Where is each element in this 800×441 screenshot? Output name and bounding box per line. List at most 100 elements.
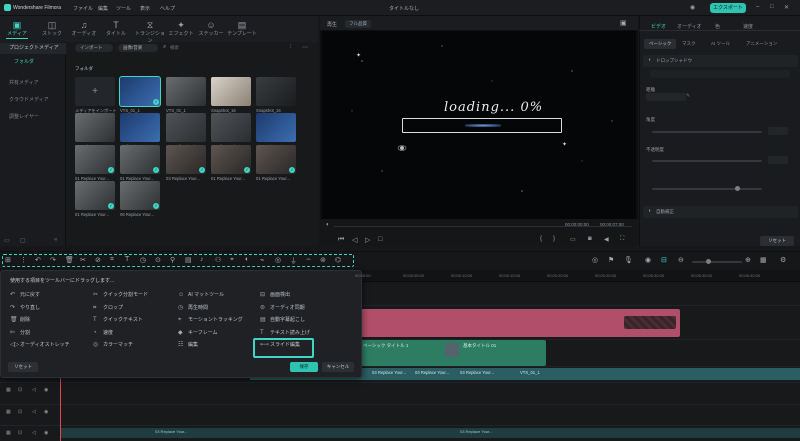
toolbar-stretch-icon[interactable]: ⌁ — [260, 256, 264, 264]
maximize-icon[interactable]: □ — [770, 4, 774, 10]
popup-item[interactable]: ☺ AI マットツール — [178, 291, 224, 298]
popup-item[interactable]: ☷ 編集 — [178, 341, 198, 348]
filter-icon[interactable]: ⫶ — [290, 44, 292, 51]
settings-icon[interactable]: ⚙ — [780, 256, 786, 264]
import-button[interactable]: インポート — [75, 44, 113, 52]
menu-help[interactable]: ヘルプ — [160, 5, 175, 12]
eye-icon[interactable]: ◉ — [44, 430, 48, 436]
media-thumbnail[interactable] — [211, 77, 251, 106]
toolbar-cut-icon[interactable]: ✂ — [80, 256, 86, 264]
sidebar-item-project-media[interactable]: プロジェクトメディア — [0, 43, 66, 54]
tab-transition[interactable]: ⧖ トランジション — [134, 20, 166, 44]
sidebar-item-shared-media[interactable]: 共有メディア — [0, 78, 66, 89]
toolbar-motion-icon[interactable]: ⊚ — [320, 256, 326, 264]
eye-icon[interactable]: ◉ — [44, 387, 48, 393]
subtab-ai-tools[interactable]: AI ツール — [706, 39, 735, 49]
folder-icon[interactable]: ▢ — [20, 237, 26, 244]
new-folder-icon[interactable]: ▭ — [4, 237, 10, 244]
toolbar-undo-icon[interactable]: ↶ — [35, 256, 41, 264]
menu-edit[interactable]: 編集 — [98, 5, 108, 12]
popup-item[interactable]: 🗑 削除 — [10, 316, 30, 323]
toolbar-audio-icon[interactable]: ♪ — [200, 256, 204, 263]
toolbar-timer-icon[interactable]: ⊙ — [155, 256, 161, 264]
tab-speed[interactable]: 速度 — [743, 23, 753, 30]
blur-slider-knob[interactable] — [735, 186, 740, 191]
camera-icon[interactable]: ◙ — [588, 236, 592, 242]
popup-item[interactable]: ⌗ クロップ — [93, 304, 123, 312]
auto-enhance-toggle-icon[interactable]: ◖ — [648, 208, 651, 214]
close-icon[interactable]: ✕ — [784, 4, 789, 11]
collapse-icon[interactable]: « — [54, 237, 57, 243]
media-thumbnail[interactable]: + — [75, 77, 115, 106]
popup-save-button[interactable]: 保存 — [290, 362, 318, 372]
popup-item[interactable]: T テキスト読み上げ — [260, 329, 310, 336]
distance-input[interactable] — [646, 93, 686, 101]
toolbar-color-icon[interactable]: ◐ — [245, 256, 249, 263]
tab-video[interactable]: ビデオ — [651, 23, 666, 30]
opacity-slider[interactable] — [652, 160, 762, 162]
toolbar-text-icon[interactable]: T — [125, 256, 129, 263]
fullscreen-icon[interactable]: ⛶ — [620, 236, 624, 243]
render-icon[interactable]: ◎ — [592, 256, 598, 264]
sidebar-item-cloud-media[interactable]: クラウドメディア — [0, 95, 66, 106]
volume-icon[interactable]: ◁ — [32, 430, 36, 436]
layout-icon[interactable]: ▦ — [760, 256, 767, 264]
export-button[interactable]: エクスポート — [710, 3, 746, 13]
popup-item[interactable]: ✄ 分割 — [10, 329, 30, 336]
menu-view[interactable]: 表示 — [140, 5, 150, 12]
popup-item[interactable]: ◁▷オーディオストレッチ — [10, 341, 70, 348]
mic-icon[interactable]: 🎙 — [624, 256, 633, 264]
menu-tools[interactable]: ツール — [116, 5, 131, 12]
toolbar-redo-icon[interactable]: ↷ — [50, 256, 56, 264]
angle-input[interactable] — [768, 127, 788, 135]
voice-icon[interactable]: ◉ — [645, 256, 651, 264]
subtab-animation[interactable]: アニメーション — [741, 39, 782, 49]
popup-item[interactable]: ↶ 元に戻す — [10, 291, 40, 298]
zoom-knob[interactable] — [706, 259, 711, 264]
tab-audio-props[interactable]: オーディオ — [677, 23, 702, 30]
menu-file[interactable]: ファイル — [73, 5, 93, 12]
toolbar-mask-icon[interactable]: ⌖ — [230, 256, 234, 264]
media-thumbnail[interactable] — [166, 77, 206, 106]
popup-item[interactable]: ⊟ 画面検出 — [260, 291, 290, 298]
play-icon[interactable]: ▷ — [365, 236, 370, 244]
filter-dropdown[interactable]: 画像/音楽 — [118, 44, 158, 52]
volume-icon[interactable]: ◀ — [604, 236, 609, 243]
tab-effects[interactable]: ✦ エフェクト — [167, 20, 195, 37]
zoom-slider[interactable] — [692, 261, 742, 263]
toolbar-disable-icon[interactable]: ⊘ — [95, 256, 101, 264]
snap-icon[interactable]: ⊟ — [661, 256, 667, 264]
play-back-icon[interactable]: ◁ — [352, 236, 357, 244]
zoom-in-icon[interactable]: ⊕ — [745, 256, 751, 264]
toolbar-delete-icon[interactable]: 🗑 — [65, 256, 74, 264]
tab-color[interactable]: 色 — [715, 23, 720, 30]
tab-title[interactable]: T タイトル — [102, 20, 130, 37]
popup-item[interactable]: ▤ 自動字幕起こし — [260, 316, 305, 323]
mark-in-icon[interactable]: { — [540, 236, 542, 242]
lock-icon[interactable]: ⊡ — [18, 430, 22, 436]
blur-slider[interactable] — [652, 188, 762, 190]
prev-frame-icon[interactable]: ⏮ — [338, 236, 344, 244]
tab-audio[interactable]: ♫ オーディオ — [70, 20, 98, 37]
dropshadow-toggle-icon[interactable]: ◖ — [648, 57, 651, 63]
popup-item[interactable]: T クイックテキスト — [93, 316, 143, 323]
dropshadow-preset[interactable] — [650, 70, 790, 78]
popup-item[interactable]: ◎ カラーマッチ — [93, 341, 133, 348]
media-thumbnail[interactable] — [166, 113, 206, 142]
media-thumbnail[interactable] — [120, 113, 160, 142]
seek-bar[interactable] — [334, 226, 632, 227]
props-reset-button[interactable]: リセット — [760, 236, 794, 246]
toolbar-freeze-icon[interactable]: ▤ — [185, 256, 192, 264]
opacity-input[interactable] — [768, 156, 788, 164]
display-icon[interactable]: ▭ — [570, 236, 576, 243]
toolbar-keyframe-icon[interactable]: ◎ — [275, 256, 281, 264]
popup-item[interactable]: ◷ 再生時間 — [178, 304, 208, 311]
sidebar-item-adjustment-layer[interactable]: 調整レイヤー — [0, 112, 66, 123]
seek-handle-icon[interactable]: ◐ — [326, 222, 330, 228]
volume-icon[interactable]: ◁ — [32, 409, 36, 415]
stop-icon[interactable]: □ — [378, 236, 382, 243]
minimize-icon[interactable]: – — [756, 4, 759, 10]
subtab-mask[interactable]: マスク — [677, 39, 701, 49]
popup-item[interactable]: ⊜ オーディオ同期 — [260, 304, 305, 311]
tab-sticker[interactable]: ☺ ステッカー — [197, 20, 225, 37]
